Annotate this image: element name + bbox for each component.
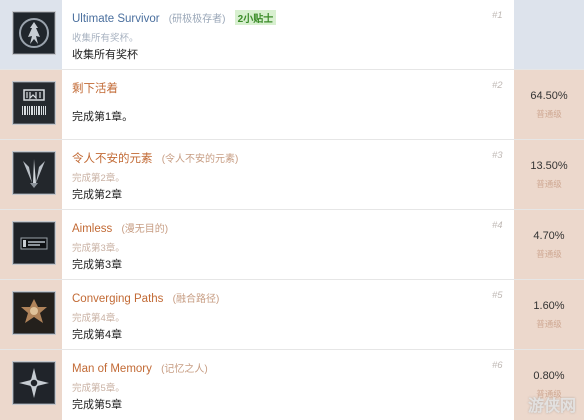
achievement-name: Aimless xyxy=(72,223,113,235)
achievement-title: Ultimate Survivor (研极极存者) 2小贴士 xyxy=(72,10,277,25)
percent-column: 1.60% 普通级 xyxy=(514,280,584,350)
icon-column xyxy=(0,210,62,280)
icon-column xyxy=(0,70,62,140)
icon-column xyxy=(0,140,62,210)
icon-column xyxy=(0,0,62,70)
icon-column xyxy=(0,350,62,420)
percent-column xyxy=(514,0,584,70)
achievement-title: Man of Memory (记忆之人) xyxy=(72,360,208,375)
achievement-name: 剩下活着 xyxy=(72,83,118,95)
achievement-name: Man of Memory xyxy=(72,363,152,375)
achievement-number: #5 xyxy=(492,290,503,301)
percent-column: 64.50% 普通级 xyxy=(514,70,584,140)
achievement-number: #6 xyxy=(492,360,503,371)
claw-blades-icon xyxy=(13,152,55,194)
percent-column: 4.70% 普通级 xyxy=(514,210,584,280)
achievement-number: #3 xyxy=(492,150,503,161)
achievement-hidden-desc: 收集所有奖杯。 xyxy=(72,33,139,44)
achievement-desc: 完成第3章 xyxy=(72,259,123,271)
survivor-figure-icon xyxy=(13,12,55,54)
achievement-subtitle: (研极极存者) xyxy=(168,14,226,25)
rarity-label: 普通级 xyxy=(536,319,562,329)
icon-column xyxy=(0,280,62,350)
achievement-title: Converging Paths (融合路径) xyxy=(72,290,219,305)
achievement-row[interactable]: Man of Memory (记忆之人) 完成第5章。 完成第5章 #6 0.8… xyxy=(0,350,584,420)
achievement-desc: 收集所有奖杯 xyxy=(72,49,138,61)
rarity-label: 普通级 xyxy=(536,179,562,189)
achievement-subtitle: (融合路径) xyxy=(172,294,220,305)
unlock-percent: 64.50% xyxy=(530,90,568,102)
achievement-title: 令人不安的元素 (令人不安的元素) xyxy=(72,150,238,166)
achievement-desc: 完成第4章 xyxy=(72,329,123,341)
left-alive-barcode-icon xyxy=(13,82,55,124)
unlock-percent: 13.50% xyxy=(530,160,568,172)
achievement-hidden-desc: 完成第4章。 xyxy=(72,313,125,324)
achievement-hidden-desc: 完成第2章。 xyxy=(72,173,125,184)
achievement-title: 剩下活着 xyxy=(72,80,118,96)
achievement-hidden-desc: 完成第5章。 xyxy=(72,383,125,394)
rarity-label: 普通级 xyxy=(536,249,562,259)
achievement-name: 令人不安的元素 xyxy=(72,153,153,165)
emblem-icon xyxy=(13,292,55,334)
tips-badge[interactable]: 2小贴士 xyxy=(234,10,277,25)
achievement-desc: 完成第5章 xyxy=(72,399,123,411)
achievement-row[interactable]: 令人不安的元素 (令人不安的元素) 完成第2章。 完成第2章 #3 13.50%… xyxy=(0,140,584,210)
achievement-number: #1 xyxy=(492,10,503,21)
achievement-subtitle: (令人不安的元素) xyxy=(161,154,239,165)
unlock-percent: 1.60% xyxy=(533,300,565,312)
achievement-row[interactable]: Ultimate Survivor (研极极存者) 2小贴士 收集所有奖杯。 收… xyxy=(0,0,584,70)
achievement-row[interactable]: Converging Paths (融合路径) 完成第4章。 完成第4章 #5 … xyxy=(0,280,584,350)
achievement-name: Converging Paths xyxy=(72,293,164,305)
achievement-subtitle: (记忆之人) xyxy=(161,364,208,375)
achievement-desc: 完成第2章 xyxy=(72,189,123,201)
achievement-name: Ultimate Survivor xyxy=(72,13,160,25)
unlock-percent: 0.80% xyxy=(533,370,565,382)
aimless-card-icon xyxy=(13,222,55,264)
achievement-number: #2 xyxy=(492,80,503,91)
achievement-number: #4 xyxy=(492,220,503,231)
achievement-desc: 完成第1章。 xyxy=(72,111,134,123)
achievement-row[interactable]: 剩下活着 完成第1章。 #2 64.50% 普通级 xyxy=(0,70,584,140)
achievement-title: Aimless (漫无目的) xyxy=(72,220,168,235)
achievement-hidden-desc: 完成第3章。 xyxy=(72,243,125,254)
achievement-row[interactable]: Aimless (漫无目的) 完成第3章。 完成第3章 #4 4.70% 普通级 xyxy=(0,210,584,280)
unlock-percent: 4.70% xyxy=(533,230,565,242)
compass-star-icon xyxy=(13,362,55,404)
achievement-subtitle: (漫无目的) xyxy=(121,224,169,235)
percent-column: 13.50% 普通级 xyxy=(514,140,584,210)
site-watermark: 游侠网 xyxy=(527,398,576,415)
rarity-label: 普通级 xyxy=(536,109,562,119)
